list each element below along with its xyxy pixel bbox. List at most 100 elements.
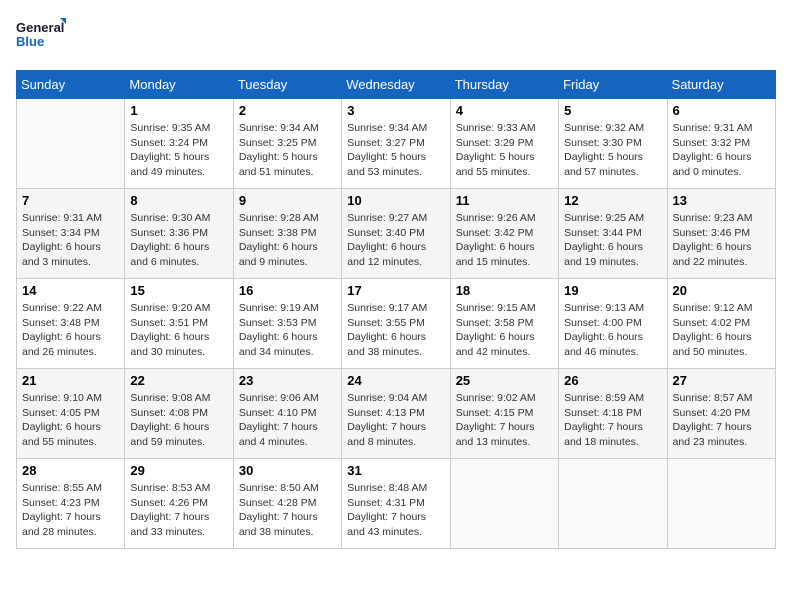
day-info: Sunrise: 9:33 AMSunset: 3:29 PMDaylight:…	[456, 121, 553, 180]
day-of-week-header: Sunday	[17, 71, 125, 99]
calendar-day-cell: 4 Sunrise: 9:33 AMSunset: 3:29 PMDaylight…	[450, 99, 558, 189]
day-number: 29	[130, 463, 227, 478]
day-info: Sunrise: 8:50 AMSunset: 4:28 PMDaylight:…	[239, 481, 336, 540]
calendar-day-cell: 2Sunrise: 9:34 AMSunset: 3:25 PMDaylight…	[233, 99, 341, 189]
day-number: 11	[456, 193, 553, 208]
day-info: Sunrise: 9:15 AMSunset: 3:58 PMDaylight:…	[456, 301, 553, 360]
calendar-day-cell: 29 Sunrise: 8:53 AMSunset: 4:26 PMDayligh…	[125, 459, 233, 549]
day-number: 6	[673, 103, 770, 118]
calendar-day-cell: 20 Sunrise: 9:12 AMSunset: 4:02 PMDayligh…	[667, 279, 775, 369]
day-number: 2	[239, 103, 336, 118]
day-info: Sunrise: 9:06 AMSunset: 4:10 PMDaylight:…	[239, 391, 336, 450]
day-info: Sunrise: 8:57 AMSunset: 4:20 PMDaylight:…	[673, 391, 770, 450]
calendar-day-cell: 15Sunrise: 9:20 AMSunset: 3:51 PMDayligh…	[125, 279, 233, 369]
calendar-day-cell: 8 Sunrise: 9:30 AMSunset: 3:36 PMDaylight…	[125, 189, 233, 279]
calendar-day-cell: 30 Sunrise: 8:50 AMSunset: 4:28 PMDayligh…	[233, 459, 341, 549]
day-number: 25	[456, 373, 553, 388]
calendar-day-cell: 27 Sunrise: 8:57 AMSunset: 4:20 PMDayligh…	[667, 369, 775, 459]
day-number: 27	[673, 373, 770, 388]
day-info: Sunrise: 9:30 AMSunset: 3:36 PMDaylight:…	[130, 211, 227, 270]
day-of-week-header: Wednesday	[342, 71, 450, 99]
calendar-day-cell: 26 Sunrise: 8:59 AMSunset: 4:18 PMDayligh…	[559, 369, 667, 459]
day-info: Sunrise: 9:25 AMSunset: 3:44 PMDaylight:…	[564, 211, 661, 270]
day-of-week-header: Tuesday	[233, 71, 341, 99]
calendar-day-cell: 31 Sunrise: 8:48 AMSunset: 4:31 PMDayligh…	[342, 459, 450, 549]
calendar: SundayMondayTuesdayWednesdayThursdayFrid…	[16, 70, 776, 549]
calendar-day-cell: 24 Sunrise: 9:04 AMSunset: 4:13 PMDayligh…	[342, 369, 450, 459]
day-number: 3	[347, 103, 444, 118]
day-number: 20	[673, 283, 770, 298]
svg-text:General: General	[16, 20, 64, 35]
calendar-day-cell: 16 Sunrise: 9:19 AMSunset: 3:53 PMDayligh…	[233, 279, 341, 369]
calendar-day-cell: 5 Sunrise: 9:32 AMSunset: 3:30 PMDaylight…	[559, 99, 667, 189]
calendar-week-row: 7 Sunrise: 9:31 AMSunset: 3:34 PMDaylight…	[17, 189, 776, 279]
day-info: Sunrise: 8:48 AMSunset: 4:31 PMDaylight:…	[347, 481, 444, 540]
day-number: 28	[22, 463, 119, 478]
day-info: Sunrise: 9:22 AMSunset: 3:48 PMDaylight:…	[22, 301, 119, 360]
day-number: 21	[22, 373, 119, 388]
day-of-week-header: Monday	[125, 71, 233, 99]
day-number: 18	[456, 283, 553, 298]
logo: General Blue	[16, 16, 66, 58]
day-number: 23	[239, 373, 336, 388]
day-number: 12	[564, 193, 661, 208]
calendar-day-cell: 12 Sunrise: 9:25 AMSunset: 3:44 PMDayligh…	[559, 189, 667, 279]
day-info: Sunrise: 9:19 AMSunset: 3:53 PMDaylight:…	[239, 301, 336, 360]
day-number: 31	[347, 463, 444, 478]
calendar-day-cell: 19 Sunrise: 9:13 AMSunset: 4:00 PMDayligh…	[559, 279, 667, 369]
day-of-week-header: Friday	[559, 71, 667, 99]
day-of-week-header: Thursday	[450, 71, 558, 99]
day-number: 5	[564, 103, 661, 118]
day-number: 9	[239, 193, 336, 208]
calendar-day-cell: 17 Sunrise: 9:17 AMSunset: 3:55 PMDayligh…	[342, 279, 450, 369]
calendar-day-cell	[559, 459, 667, 549]
calendar-day-cell	[667, 459, 775, 549]
calendar-day-cell: 11 Sunrise: 9:26 AMSunset: 3:42 PMDayligh…	[450, 189, 558, 279]
calendar-day-cell: 6Sunrise: 9:31 AMSunset: 3:32 PMDaylight…	[667, 99, 775, 189]
page-header: General Blue	[16, 16, 776, 58]
day-info: Sunrise: 8:53 AMSunset: 4:26 PMDaylight:…	[130, 481, 227, 540]
day-number: 13	[673, 193, 770, 208]
day-info: Sunrise: 9:08 AMSunset: 4:08 PMDaylight:…	[130, 391, 227, 450]
calendar-week-row: 28 Sunrise: 8:55 AMSunset: 4:23 PMDayligh…	[17, 459, 776, 549]
day-number: 15	[130, 283, 227, 298]
calendar-day-cell	[17, 99, 125, 189]
day-number: 19	[564, 283, 661, 298]
calendar-day-cell: 18 Sunrise: 9:15 AMSunset: 3:58 PMDayligh…	[450, 279, 558, 369]
day-info: Sunrise: 8:55 AMSunset: 4:23 PMDaylight:…	[22, 481, 119, 540]
day-info: Sunrise: 9:28 AMSunset: 3:38 PMDaylight:…	[239, 211, 336, 270]
calendar-day-cell: 3Sunrise: 9:34 AMSunset: 3:27 PMDaylight…	[342, 99, 450, 189]
day-info: Sunrise: 9:12 AMSunset: 4:02 PMDaylight:…	[673, 301, 770, 360]
day-info: Sunrise: 9:26 AMSunset: 3:42 PMDaylight:…	[456, 211, 553, 270]
day-number: 22	[130, 373, 227, 388]
day-number: 16	[239, 283, 336, 298]
calendar-day-cell: 25 Sunrise: 9:02 AMSunset: 4:15 PMDayligh…	[450, 369, 558, 459]
day-number: 17	[347, 283, 444, 298]
day-number: 8	[130, 193, 227, 208]
logo-svg: General Blue	[16, 16, 66, 58]
calendar-day-cell	[450, 459, 558, 549]
day-info: Sunrise: 8:59 AMSunset: 4:18 PMDaylight:…	[564, 391, 661, 450]
calendar-day-cell: 7 Sunrise: 9:31 AMSunset: 3:34 PMDaylight…	[17, 189, 125, 279]
calendar-week-row: 14Sunrise: 9:22 AMSunset: 3:48 PMDayligh…	[17, 279, 776, 369]
day-info: Sunrise: 9:31 AMSunset: 3:34 PMDaylight:…	[22, 211, 119, 270]
day-info: Sunrise: 9:32 AMSunset: 3:30 PMDaylight:…	[564, 121, 661, 180]
day-number: 7	[22, 193, 119, 208]
day-number: 1	[130, 103, 227, 118]
day-number: 24	[347, 373, 444, 388]
calendar-day-cell: 23 Sunrise: 9:06 AMSunset: 4:10 PMDayligh…	[233, 369, 341, 459]
calendar-week-row: 1Sunrise: 9:35 AMSunset: 3:24 PMDaylight…	[17, 99, 776, 189]
calendar-day-cell: 21Sunrise: 9:10 AMSunset: 4:05 PMDayligh…	[17, 369, 125, 459]
svg-text:Blue: Blue	[16, 34, 44, 49]
day-info: Sunrise: 9:13 AMSunset: 4:00 PMDaylight:…	[564, 301, 661, 360]
day-number: 26	[564, 373, 661, 388]
day-info: Sunrise: 9:04 AMSunset: 4:13 PMDaylight:…	[347, 391, 444, 450]
day-info: Sunrise: 9:27 AMSunset: 3:40 PMDaylight:…	[347, 211, 444, 270]
calendar-day-cell: 1Sunrise: 9:35 AMSunset: 3:24 PMDaylight…	[125, 99, 233, 189]
day-info: Sunrise: 9:17 AMSunset: 3:55 PMDaylight:…	[347, 301, 444, 360]
day-number: 10	[347, 193, 444, 208]
day-info: Sunrise: 9:02 AMSunset: 4:15 PMDaylight:…	[456, 391, 553, 450]
day-number: 30	[239, 463, 336, 478]
calendar-header-row: SundayMondayTuesdayWednesdayThursdayFrid…	[17, 71, 776, 99]
day-number: 4	[456, 103, 553, 118]
